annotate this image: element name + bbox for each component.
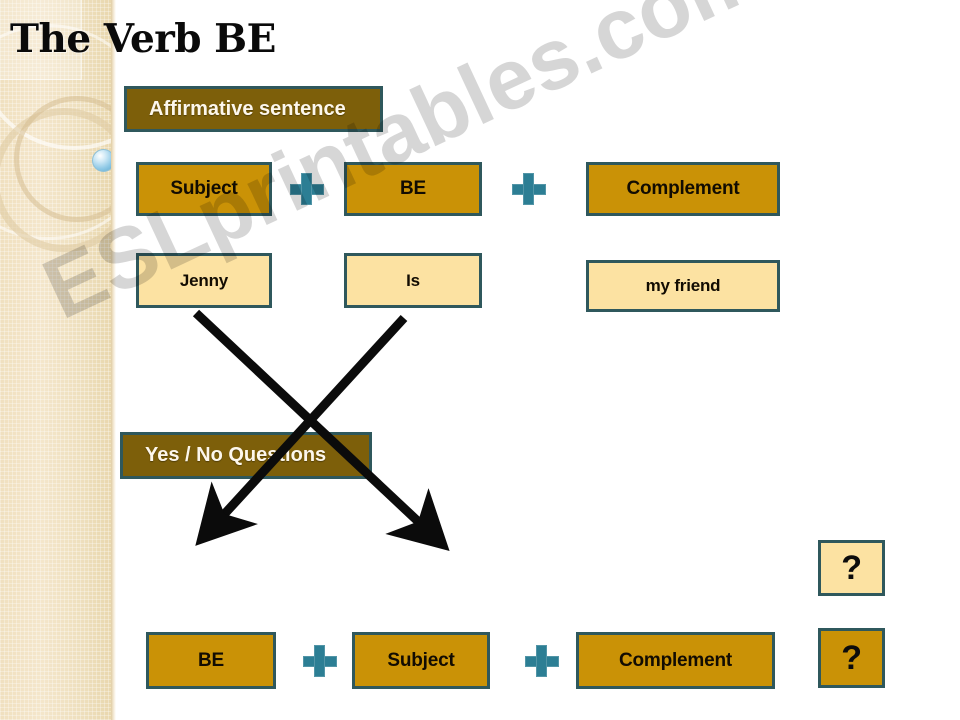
arrow-subject-to-complement-position (192, 309, 450, 552)
question-mark-box-upper: ? (818, 540, 885, 596)
affirmative-label-subject: Subject (136, 162, 272, 216)
page-title: The Verb BE (10, 16, 276, 62)
question-label-complement: Complement (576, 632, 775, 689)
affirmative-label-be: BE (344, 162, 482, 216)
question-mark-box-lower: ? (818, 628, 885, 688)
plus-icon-question-1 (303, 645, 337, 677)
plus-icon-affirmative-1 (290, 173, 324, 205)
question-label-be: BE (146, 632, 276, 689)
questions-section-header: Yes / No Questions (120, 432, 372, 479)
affirmative-example-subject: Jenny (136, 253, 272, 308)
arrow-be-to-front-position (195, 314, 408, 546)
sidebar-edge (111, 0, 116, 720)
affirmative-section-header: Affirmative sentence (124, 86, 383, 132)
question-label-subject: Subject (352, 632, 490, 689)
decorative-sidebar (0, 0, 116, 720)
slide-canvas: The Verb BE Affirmative sentence Subject… (0, 0, 960, 720)
affirmative-example-complement: my friend (586, 260, 780, 312)
plus-icon-affirmative-2 (512, 173, 546, 205)
affirmative-example-be: Is (344, 253, 482, 308)
affirmative-label-complement: Complement (586, 162, 780, 216)
plus-icon-question-2 (525, 645, 559, 677)
